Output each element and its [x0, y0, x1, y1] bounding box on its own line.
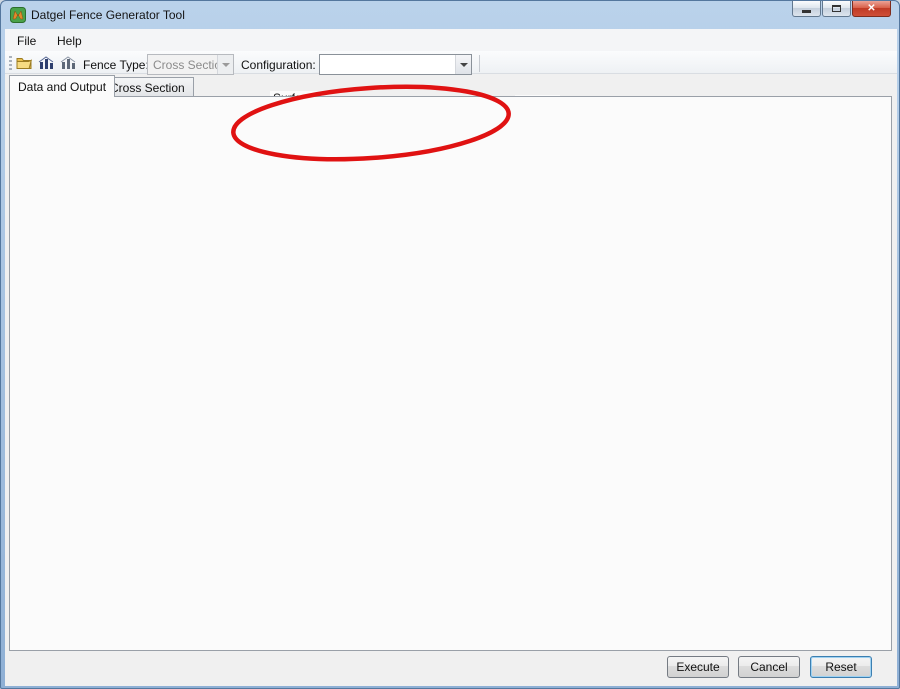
cancel-button[interactable]: Cancel — [738, 656, 800, 678]
close-icon: ✕ — [867, 2, 876, 14]
app-window: Datgel Fence Generator Tool ✕ File Help … — [0, 0, 900, 689]
reset-button[interactable]: Reset — [810, 656, 872, 678]
window-title: Datgel Fence Generator Tool — [31, 8, 185, 22]
close-button[interactable]: ✕ — [852, 1, 891, 17]
open-file-icon[interactable] — [15, 54, 33, 72]
maximize-button[interactable] — [822, 1, 851, 17]
fence-type-combo-arrow — [217, 55, 233, 74]
app-icon — [10, 7, 26, 23]
toolbar-separator — [479, 55, 480, 72]
menu-file[interactable]: File — [11, 32, 42, 50]
menu-help[interactable]: Help — [51, 32, 88, 50]
title-bar[interactable]: Datgel Fence Generator Tool ✕ — [1, 1, 899, 29]
configuration-combo-arrow[interactable] — [455, 55, 471, 74]
fence-type-combo: Cross Section — [147, 54, 234, 75]
save-fence-icon[interactable] — [37, 54, 55, 72]
configuration-label: Configuration: — [241, 58, 316, 72]
fence-type-label: Fence Type: — [83, 58, 149, 72]
tab-page — [9, 96, 892, 651]
save-as-fence-icon[interactable] — [59, 54, 77, 72]
maximize-icon — [832, 5, 841, 12]
minimize-button[interactable] — [792, 1, 821, 17]
toolbar-grip — [9, 56, 12, 70]
configuration-combo[interactable] — [319, 54, 472, 75]
execute-button[interactable]: Execute — [667, 656, 729, 678]
menu-bar — [5, 29, 897, 51]
minimize-icon — [802, 9, 811, 13]
tab-data-and-output[interactable]: Data and Output — [9, 75, 116, 97]
